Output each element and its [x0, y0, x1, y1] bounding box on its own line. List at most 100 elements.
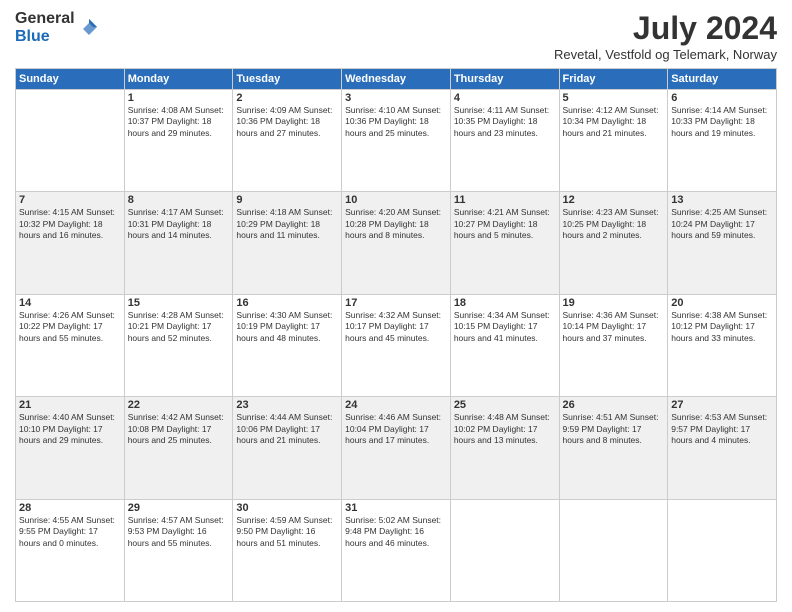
table-row: [16, 90, 125, 192]
header-thursday: Thursday: [450, 69, 559, 90]
logo-icon: [79, 17, 99, 37]
table-row: 21Sunrise: 4:40 AM Sunset: 10:10 PM Dayl…: [16, 397, 125, 499]
table-row: 22Sunrise: 4:42 AM Sunset: 10:08 PM Dayl…: [124, 397, 233, 499]
day-number: 13: [671, 194, 773, 206]
header: General Blue July 2024 Revetal, Vestfold…: [15, 10, 777, 62]
table-row: 14Sunrise: 4:26 AM Sunset: 10:22 PM Dayl…: [16, 294, 125, 396]
day-number: 23: [236, 399, 338, 411]
day-number: 3: [345, 92, 447, 104]
week-row-5: 28Sunrise: 4:55 AM Sunset: 9:55 PM Dayli…: [16, 499, 777, 601]
page: General Blue July 2024 Revetal, Vestfold…: [0, 0, 792, 612]
table-row: 4Sunrise: 4:11 AM Sunset: 10:35 PM Dayli…: [450, 90, 559, 192]
day-number: 31: [345, 502, 447, 514]
day-number: 14: [19, 297, 121, 309]
day-number: 20: [671, 297, 773, 309]
day-info: Sunrise: 4:30 AM Sunset: 10:19 PM Daylig…: [236, 310, 338, 344]
table-row: 13Sunrise: 4:25 AM Sunset: 10:24 PM Dayl…: [668, 192, 777, 294]
day-info: Sunrise: 4:46 AM Sunset: 10:04 PM Daylig…: [345, 412, 447, 446]
day-info: Sunrise: 4:42 AM Sunset: 10:08 PM Daylig…: [128, 412, 230, 446]
week-row-3: 14Sunrise: 4:26 AM Sunset: 10:22 PM Dayl…: [16, 294, 777, 396]
day-info: Sunrise: 4:09 AM Sunset: 10:36 PM Daylig…: [236, 105, 338, 139]
table-row: 20Sunrise: 4:38 AM Sunset: 10:12 PM Dayl…: [668, 294, 777, 396]
week-row-1: 1Sunrise: 4:08 AM Sunset: 10:37 PM Dayli…: [16, 90, 777, 192]
day-info: Sunrise: 4:53 AM Sunset: 9:57 PM Dayligh…: [671, 412, 773, 446]
table-row: 12Sunrise: 4:23 AM Sunset: 10:25 PM Dayl…: [559, 192, 668, 294]
day-number: 2: [236, 92, 338, 104]
day-number: 25: [454, 399, 556, 411]
day-number: 24: [345, 399, 447, 411]
logo: General Blue: [15, 10, 99, 45]
week-row-2: 7Sunrise: 4:15 AM Sunset: 10:32 PM Dayli…: [16, 192, 777, 294]
table-row: 2Sunrise: 4:09 AM Sunset: 10:36 PM Dayli…: [233, 90, 342, 192]
day-number: 1: [128, 92, 230, 104]
day-number: 4: [454, 92, 556, 104]
calendar: Sunday Monday Tuesday Wednesday Thursday…: [15, 68, 777, 602]
day-number: 17: [345, 297, 447, 309]
table-row: 18Sunrise: 4:34 AM Sunset: 10:15 PM Dayl…: [450, 294, 559, 396]
day-info: Sunrise: 4:40 AM Sunset: 10:10 PM Daylig…: [19, 412, 121, 446]
day-number: 28: [19, 502, 121, 514]
table-row: 5Sunrise: 4:12 AM Sunset: 10:34 PM Dayli…: [559, 90, 668, 192]
day-number: 19: [563, 297, 665, 309]
table-row: 17Sunrise: 4:32 AM Sunset: 10:17 PM Dayl…: [342, 294, 451, 396]
table-row: 8Sunrise: 4:17 AM Sunset: 10:31 PM Dayli…: [124, 192, 233, 294]
day-info: Sunrise: 4:57 AM Sunset: 9:53 PM Dayligh…: [128, 515, 230, 549]
table-row: 29Sunrise: 4:57 AM Sunset: 9:53 PM Dayli…: [124, 499, 233, 601]
day-number: 12: [563, 194, 665, 206]
month-title: July 2024: [554, 10, 777, 47]
day-number: 18: [454, 297, 556, 309]
title-area: July 2024 Revetal, Vestfold og Telemark,…: [554, 10, 777, 62]
location-subtitle: Revetal, Vestfold og Telemark, Norway: [554, 47, 777, 62]
table-row: 3Sunrise: 4:10 AM Sunset: 10:36 PM Dayli…: [342, 90, 451, 192]
header-tuesday: Tuesday: [233, 69, 342, 90]
day-info: Sunrise: 4:21 AM Sunset: 10:27 PM Daylig…: [454, 207, 556, 241]
day-number: 21: [19, 399, 121, 411]
day-info: Sunrise: 4:17 AM Sunset: 10:31 PM Daylig…: [128, 207, 230, 241]
table-row: 16Sunrise: 4:30 AM Sunset: 10:19 PM Dayl…: [233, 294, 342, 396]
table-row: 11Sunrise: 4:21 AM Sunset: 10:27 PM Dayl…: [450, 192, 559, 294]
day-info: Sunrise: 4:36 AM Sunset: 10:14 PM Daylig…: [563, 310, 665, 344]
day-info: Sunrise: 4:15 AM Sunset: 10:32 PM Daylig…: [19, 207, 121, 241]
day-info: Sunrise: 4:10 AM Sunset: 10:36 PM Daylig…: [345, 105, 447, 139]
day-number: 11: [454, 194, 556, 206]
header-sunday: Sunday: [16, 69, 125, 90]
table-row: 28Sunrise: 4:55 AM Sunset: 9:55 PM Dayli…: [16, 499, 125, 601]
day-number: 7: [19, 194, 121, 206]
day-info: Sunrise: 4:26 AM Sunset: 10:22 PM Daylig…: [19, 310, 121, 344]
day-number: 22: [128, 399, 230, 411]
table-row: 1Sunrise: 4:08 AM Sunset: 10:37 PM Dayli…: [124, 90, 233, 192]
day-info: Sunrise: 4:51 AM Sunset: 9:59 PM Dayligh…: [563, 412, 665, 446]
weekday-header-row: Sunday Monday Tuesday Wednesday Thursday…: [16, 69, 777, 90]
day-number: 26: [563, 399, 665, 411]
day-info: Sunrise: 4:23 AM Sunset: 10:25 PM Daylig…: [563, 207, 665, 241]
table-row: [450, 499, 559, 601]
table-row: 19Sunrise: 4:36 AM Sunset: 10:14 PM Dayl…: [559, 294, 668, 396]
table-row: 23Sunrise: 4:44 AM Sunset: 10:06 PM Dayl…: [233, 397, 342, 499]
day-info: Sunrise: 5:02 AM Sunset: 9:48 PM Dayligh…: [345, 515, 447, 549]
table-row: [559, 499, 668, 601]
day-info: Sunrise: 4:59 AM Sunset: 9:50 PM Dayligh…: [236, 515, 338, 549]
day-number: 30: [236, 502, 338, 514]
table-row: 24Sunrise: 4:46 AM Sunset: 10:04 PM Dayl…: [342, 397, 451, 499]
day-info: Sunrise: 4:20 AM Sunset: 10:28 PM Daylig…: [345, 207, 447, 241]
day-number: 15: [128, 297, 230, 309]
header-friday: Friday: [559, 69, 668, 90]
table-row: [668, 499, 777, 601]
header-monday: Monday: [124, 69, 233, 90]
table-row: 10Sunrise: 4:20 AM Sunset: 10:28 PM Dayl…: [342, 192, 451, 294]
day-number: 8: [128, 194, 230, 206]
table-row: 26Sunrise: 4:51 AM Sunset: 9:59 PM Dayli…: [559, 397, 668, 499]
table-row: 7Sunrise: 4:15 AM Sunset: 10:32 PM Dayli…: [16, 192, 125, 294]
day-number: 9: [236, 194, 338, 206]
table-row: 6Sunrise: 4:14 AM Sunset: 10:33 PM Dayli…: [668, 90, 777, 192]
header-saturday: Saturday: [668, 69, 777, 90]
day-info: Sunrise: 4:55 AM Sunset: 9:55 PM Dayligh…: [19, 515, 121, 549]
week-row-4: 21Sunrise: 4:40 AM Sunset: 10:10 PM Dayl…: [16, 397, 777, 499]
day-number: 16: [236, 297, 338, 309]
day-info: Sunrise: 4:12 AM Sunset: 10:34 PM Daylig…: [563, 105, 665, 139]
day-info: Sunrise: 4:32 AM Sunset: 10:17 PM Daylig…: [345, 310, 447, 344]
day-info: Sunrise: 4:34 AM Sunset: 10:15 PM Daylig…: [454, 310, 556, 344]
day-number: 27: [671, 399, 773, 411]
day-info: Sunrise: 4:38 AM Sunset: 10:12 PM Daylig…: [671, 310, 773, 344]
day-info: Sunrise: 4:11 AM Sunset: 10:35 PM Daylig…: [454, 105, 556, 139]
